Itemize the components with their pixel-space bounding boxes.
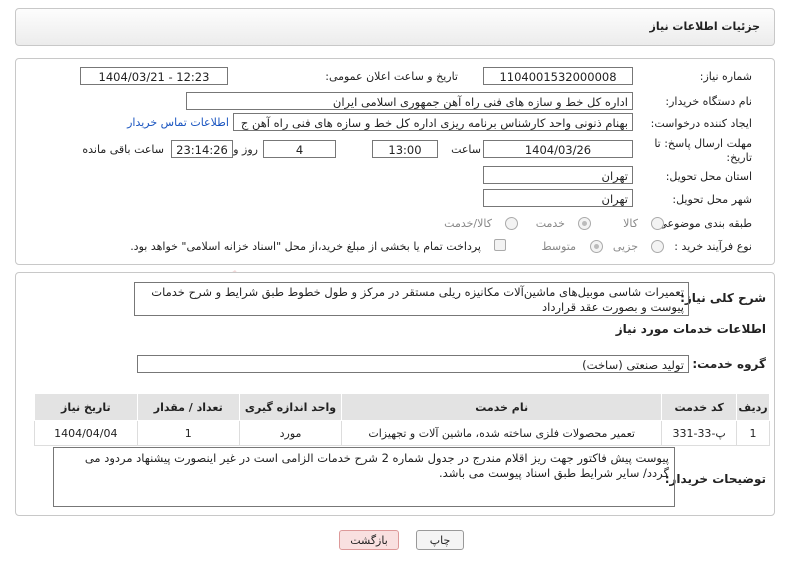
remaining-time-field: 23:14:26 [171, 140, 233, 158]
category-option-service: خدمت [535, 217, 565, 230]
service-group-field: تولید صنعتی (ساخت) [137, 355, 689, 373]
buyer-notes-textarea[interactable]: پیوست پیش فاکتور جهت ریز اقلام مندرج در … [53, 447, 675, 507]
page-title: جزئیات اطلاعات نیاز [649, 20, 761, 33]
process-option-minor: جزیی [612, 240, 638, 253]
province-field: تهران [483, 166, 633, 184]
col-service-name: نام خدمت [341, 393, 663, 421]
deadline-time-field: 13:00 [372, 140, 438, 158]
announce-field: 1404/03/21 - 12:23 [80, 67, 228, 85]
need-number-label: شماره نیاز: [699, 70, 752, 83]
summary-label: شرح کلی نیاز: [680, 291, 766, 305]
print-button[interactable]: چاپ [416, 530, 464, 550]
process-label: نوع فرآیند خرید : [674, 240, 752, 253]
buyer-label: نام دستگاه خریدار: [665, 95, 752, 108]
payment-note: پرداخت تمام یا بخشی از مبلغ خرید،از محل … [130, 240, 481, 253]
back-button[interactable]: بازگشت [339, 530, 399, 550]
city-label: شهر محل تحویل: [672, 193, 752, 206]
col-service-code: کد خدمت [661, 393, 738, 421]
process-option-medium: متوسط [541, 240, 576, 253]
col-need-date: تاریخ نیاز [34, 393, 138, 421]
process-radio-minor[interactable] [651, 240, 664, 253]
remaining-label: ساعت باقی مانده [82, 143, 164, 156]
cell-row: 1 [736, 420, 770, 446]
cell-need-date: 1404/04/04 [34, 420, 138, 446]
need-number-field: 1104001532000008 [483, 67, 633, 85]
category-radio-service[interactable] [578, 217, 591, 230]
col-quantity: تعداد / مقدار [136, 393, 240, 421]
services-table: ردیف کد خدمت نام خدمت واحد اندازه گیری ت… [34, 393, 770, 446]
cell-quantity: 1 [136, 420, 240, 446]
category-option-goods: کالا [623, 217, 638, 230]
page-header: جزئیات اطلاعات نیاز [15, 8, 775, 46]
category-option-goods-service: کالا/خدمت [444, 217, 492, 230]
cell-service-code: پ-33-331 [661, 420, 738, 446]
service-group-label: گروه خدمت: [692, 357, 766, 371]
days-label: روز و [233, 143, 258, 156]
col-unit: واحد اندازه گیری [238, 393, 343, 421]
table-header-row: ردیف کد خدمت نام خدمت واحد اندازه گیری ت… [34, 393, 770, 421]
buyer-field: اداره کل خط و سازه های فنی راه آهن جمهور… [186, 92, 633, 110]
services-section-title: اطلاعات خدمات مورد نیاز [615, 322, 766, 336]
cell-service-name: تعمیر محصولات فلزی ساخته شده، ماشین آلات… [341, 420, 663, 446]
buyer-notes-label: توضیحات خریدار: [664, 472, 766, 486]
category-label: طبقه بندی موضوعی: [654, 217, 752, 230]
days-field: 4 [263, 140, 336, 158]
summary-textarea[interactable]: تعمیرات شاسی موبیل‌های ماشین‌آلات مکانیز… [134, 282, 689, 316]
contact-buyer-link[interactable]: اطلاعات تماس خریدار [127, 116, 229, 129]
city-field: تهران [483, 189, 633, 207]
treasury-payment-checkbox[interactable] [494, 239, 506, 251]
col-row: ردیف [736, 393, 770, 421]
deadline-time-label: ساعت [451, 143, 481, 156]
category-radio-goods-service[interactable] [505, 217, 518, 230]
creator-label: ایجاد کننده درخواست: [650, 117, 752, 130]
deadline-date-field: 1404/03/26 [483, 140, 633, 158]
table-row: 1 پ-33-331 تعمیر محصولات فلزی ساخته شده،… [34, 420, 770, 446]
cell-unit: مورد [238, 420, 343, 446]
announce-label: تاریخ و ساعت اعلان عمومی: [325, 70, 458, 83]
deadline-label: مهلت ارسال پاسخ: تا تاریخ: [654, 137, 752, 164]
process-radio-medium[interactable] [590, 240, 603, 253]
category-radio-goods[interactable] [651, 217, 664, 230]
creator-field: بهنام ذنونی واحد کارشناس برنامه ریزی ادا… [233, 113, 633, 131]
province-label: استان محل تحویل: [665, 170, 752, 183]
